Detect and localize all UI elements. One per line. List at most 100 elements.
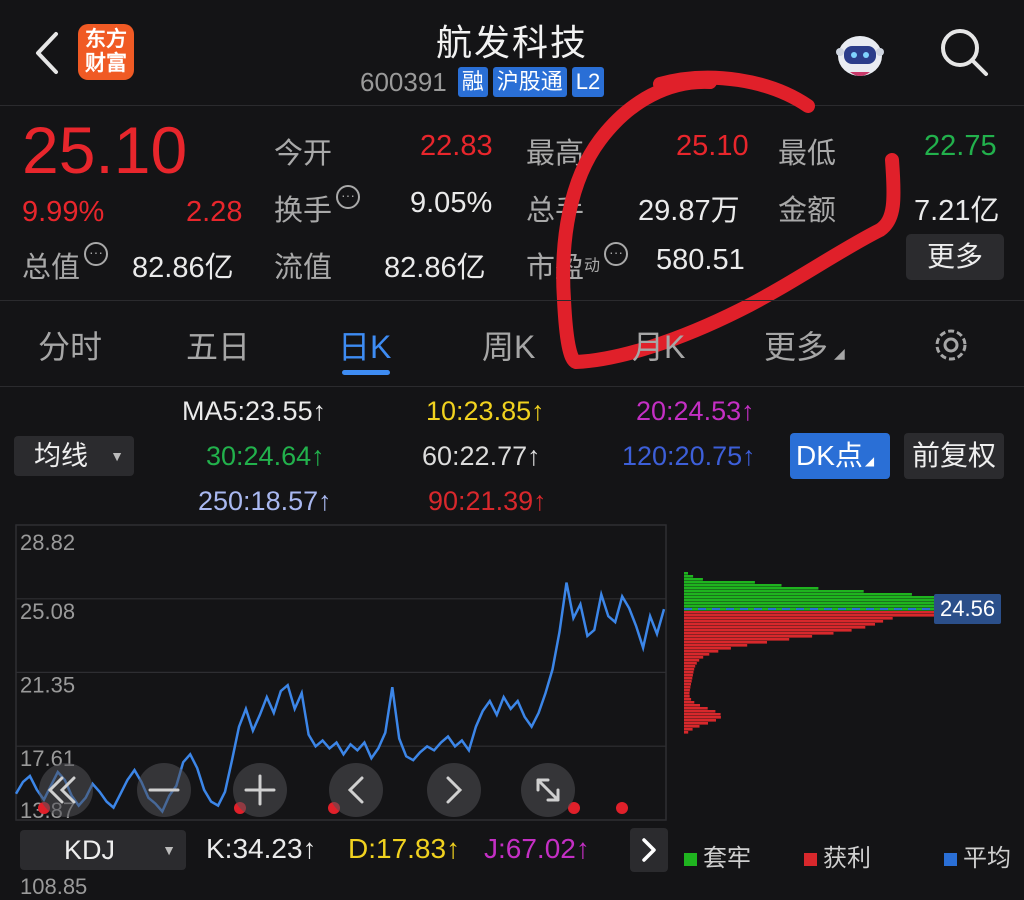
- chip-bar: [684, 659, 700, 662]
- chip-bar: [684, 620, 884, 623]
- amount-value: 7.21亿: [914, 195, 1000, 227]
- y-tick-label: 25.08: [20, 599, 75, 624]
- chip-bar: [684, 614, 942, 617]
- chip-bar: [684, 587, 819, 590]
- kdj-top-tick: 108.85: [20, 874, 88, 899]
- tab-monthly-k[interactable]: 月K: [632, 322, 685, 368]
- dk-point-button[interactable]: DK点 ◢: [790, 433, 890, 479]
- control-bg: [39, 763, 93, 817]
- ma20-value: 20:24.53↑: [636, 396, 755, 426]
- total-value: 82.86亿: [132, 252, 234, 284]
- chart-controls: [39, 763, 575, 817]
- low-value: 22.75: [924, 130, 997, 162]
- control-bg: [329, 763, 383, 817]
- chip-bar: [684, 701, 695, 704]
- tab-more-label: 更多: [764, 329, 829, 365]
- ma5-value: MA5:23.55↑: [182, 396, 327, 426]
- chevron-right-icon[interactable]: [427, 763, 481, 817]
- chip-bar: [684, 626, 866, 629]
- chip-bar: [684, 698, 692, 701]
- change-percent: 9.99%: [22, 196, 105, 228]
- legend-label: 套牢: [703, 845, 751, 872]
- more-button[interactable]: 更多: [906, 234, 1004, 280]
- chip-bar: [684, 707, 708, 710]
- turnover-value: 9.05%: [410, 187, 493, 219]
- dk-label: DK点: [796, 440, 863, 471]
- open-value: 22.83: [420, 130, 493, 162]
- active-tab-underline: [342, 370, 390, 375]
- y-tick-label: 28.82: [20, 530, 75, 555]
- chip-bar: [684, 584, 782, 587]
- ma10-value: 10:23.85↑: [426, 396, 545, 426]
- chip-bar: [684, 719, 716, 722]
- chip-bar: [684, 632, 834, 635]
- chip-bar: [684, 710, 716, 713]
- tab-intraday[interactable]: 分时: [38, 322, 102, 368]
- chip-bar: [684, 686, 691, 689]
- tabs-divider: [0, 386, 1024, 387]
- ma60-value: 60:22.77↑: [422, 441, 541, 471]
- ma250-value: 250:18.57↑: [198, 486, 332, 516]
- chip-bar: [684, 671, 694, 674]
- search-icon[interactable]: [936, 24, 992, 80]
- tab-more[interactable]: 更多 ◢: [764, 322, 845, 368]
- ma30-value: 30:24.64↑: [206, 441, 325, 471]
- chevron-left-icon[interactable]: [329, 763, 383, 817]
- open-label: 今开: [274, 138, 333, 170]
- turnover-label: 换手: [274, 195, 333, 227]
- chip-bar: [684, 683, 691, 686]
- forward-adjust-button[interactable]: 前复权: [904, 433, 1004, 479]
- chip-bar: [684, 731, 689, 734]
- signal-dot: [616, 802, 628, 814]
- tab-five-day[interactable]: 五日: [186, 322, 250, 368]
- fullscreen-icon[interactable]: [521, 763, 575, 817]
- ma120-value: 120:20.75↑: [622, 441, 756, 471]
- indicator-label: KDJ: [64, 835, 116, 865]
- chip-bar: [684, 653, 710, 656]
- kdj-j-value: J:67.02↑: [484, 833, 590, 864]
- caret-icon: ◢: [864, 454, 875, 468]
- chip-price-label: 24.56: [934, 594, 1002, 625]
- chip-bar: [684, 674, 693, 677]
- zoom-out-icon[interactable]: [137, 763, 191, 817]
- info-icon[interactable]: ···: [84, 242, 109, 266]
- change-amount: 2.28: [186, 196, 243, 228]
- turnover-label-wrap: 换手 ···: [274, 185, 361, 229]
- tag-margin[interactable]: 融: [457, 67, 488, 97]
- chip-bar: [684, 611, 961, 614]
- chip-bar: [684, 713, 721, 716]
- chip-bar: [684, 578, 703, 581]
- chip-bar: [684, 692, 690, 695]
- current-price: 25.10: [22, 113, 188, 187]
- chip-bar: [684, 650, 719, 653]
- caret-icon: ◢: [834, 345, 845, 361]
- ma-selector[interactable]: 均线 ▼: [14, 436, 134, 476]
- chip-bar: [684, 644, 748, 647]
- float-value: 82.86亿: [384, 252, 486, 284]
- legend-profit: 获利: [804, 838, 871, 873]
- tab-weekly-k[interactable]: 周K: [482, 322, 535, 368]
- price-chart[interactable]: 28.8225.0821.3517.6113.87: [0, 520, 1024, 830]
- indicator-selector[interactable]: KDJ ▼: [20, 830, 186, 870]
- y-tick-label: 21.35: [20, 672, 75, 697]
- chip-bar: [684, 593, 912, 596]
- chip-bar: [684, 668, 695, 671]
- double-left-icon[interactable]: [39, 763, 93, 817]
- chip-bar: [684, 641, 767, 644]
- chip-bar: [684, 590, 864, 593]
- legend-swatch: [684, 853, 697, 867]
- total-value-label-wrap: 总值 ···: [22, 242, 109, 286]
- legend-swatch: [804, 853, 817, 867]
- info-icon[interactable]: ···: [336, 185, 361, 209]
- chip-bar: [684, 623, 875, 626]
- chip-bar: [684, 647, 731, 650]
- chip-bar: [684, 656, 704, 659]
- float-label: 流值: [274, 252, 333, 284]
- tab-daily-k[interactable]: 日K: [338, 322, 391, 368]
- settings-gear-icon[interactable]: [928, 322, 974, 368]
- zoom-in-icon[interactable]: [233, 763, 287, 817]
- chip-bar: [684, 581, 755, 584]
- chip-bar: [684, 575, 694, 578]
- legend-label: 获利: [823, 845, 871, 872]
- chevron-right-icon[interactable]: [630, 828, 668, 872]
